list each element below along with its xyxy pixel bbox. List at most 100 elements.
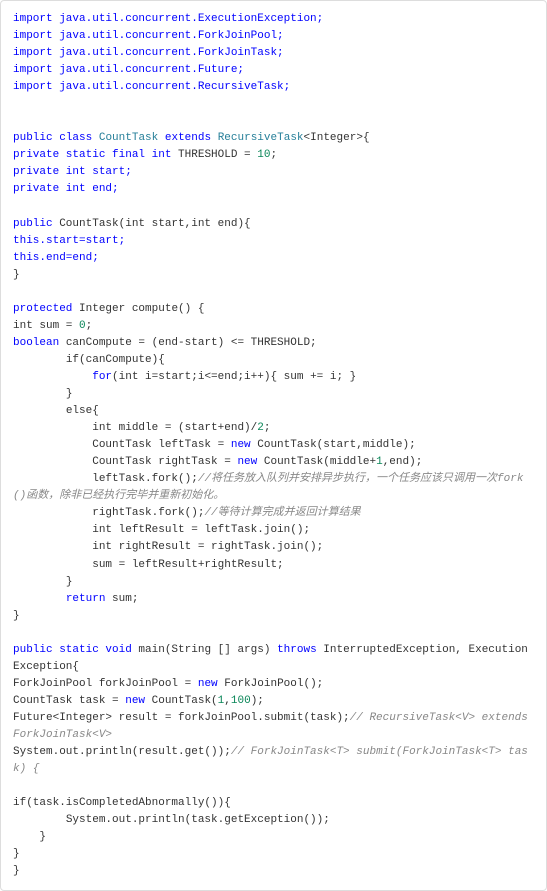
code-text: int leftResult = leftTask.join(); xyxy=(13,524,310,536)
keyword: new xyxy=(125,695,145,707)
code-line: return sum; xyxy=(13,591,534,608)
indent xyxy=(13,371,92,383)
code-text: } xyxy=(13,610,20,622)
code-block: import java.util.concurrent.ExecutionExc… xyxy=(0,0,547,891)
code-text: Integer compute() { xyxy=(72,303,204,315)
code-line: for(int i=start;i<=end;i++){ sum += i; } xyxy=(13,369,534,386)
constructor-sig: public CountTask(int start,int end){ xyxy=(13,216,534,233)
main-sig: public static void main(String [] args) … xyxy=(13,642,534,676)
class-name: CountTask xyxy=(99,132,158,144)
code-text: Future<Integer> result = forkJoinPool.su… xyxy=(13,712,350,724)
keyword: protected xyxy=(13,303,72,315)
code-text: System.out.println(result.get()); xyxy=(13,746,231,758)
keyword: new xyxy=(198,678,218,690)
code-text: ; xyxy=(270,149,277,161)
number-literal: 100 xyxy=(231,695,251,707)
code-line: rightTask.fork();//等待计算完成并返回计算结果 xyxy=(13,505,534,522)
keyword: return xyxy=(66,593,106,605)
code-line: CountTask rightTask = new CountTask(midd… xyxy=(13,454,534,471)
code-text: THRESHOLD = xyxy=(171,149,257,161)
code-line: this.start=start; xyxy=(13,233,534,250)
code-text: this.end=end; xyxy=(13,252,99,264)
class-declaration: public class CountTask extends Recursive… xyxy=(13,130,534,147)
close-brace: } xyxy=(13,386,534,403)
code-text: CountTask task = xyxy=(13,695,125,707)
code-line: int sum = 0; xyxy=(13,318,534,335)
indent xyxy=(13,593,66,605)
code-text: leftTask.fork(); xyxy=(13,473,198,485)
keyword: new xyxy=(237,456,257,468)
import-line: import java.util.concurrent.RecursiveTas… xyxy=(13,79,534,96)
generic: <Integer>{ xyxy=(304,132,370,144)
code-text: sum; xyxy=(105,593,138,605)
code-text: CountTask(int start,int end){ xyxy=(53,218,251,230)
keyword: for xyxy=(92,371,112,383)
field-start: private int start; xyxy=(13,164,534,181)
code-text: (int i=start;i<=end;i++){ sum += i; } xyxy=(112,371,356,383)
code-line: ForkJoinPool forkJoinPool = new ForkJoin… xyxy=(13,676,534,693)
keyword: boolean xyxy=(13,337,59,349)
code-line: int leftResult = leftTask.join(); xyxy=(13,522,534,539)
code-text: import java.util.concurrent.ForkJoinTask… xyxy=(13,47,284,59)
code-line: else{ xyxy=(13,403,534,420)
close-brace: } xyxy=(13,267,534,284)
code-text: CountTask(start,middle); xyxy=(251,439,416,451)
code-text: private int start; xyxy=(13,166,132,178)
close-brace: } xyxy=(13,863,534,880)
code-line: CountTask task = new CountTask(1,100); xyxy=(13,693,534,710)
super-class: RecursiveTask xyxy=(218,132,304,144)
code-text: int rightResult = rightTask.join(); xyxy=(13,541,323,553)
field-threshold: private static final int THRESHOLD = 10; xyxy=(13,147,534,164)
keyword: public static void xyxy=(13,644,132,656)
code-text: sum = leftResult+rightResult; xyxy=(13,559,284,571)
code-text: else{ xyxy=(13,405,99,417)
blank-line xyxy=(13,284,534,301)
field-end: private int end; xyxy=(13,181,534,198)
code-line: if(canCompute){ xyxy=(13,352,534,369)
blank-line xyxy=(13,778,534,795)
code-text: } xyxy=(13,848,20,860)
code-text: CountTask( xyxy=(145,695,218,707)
code-text: } xyxy=(13,269,20,281)
code-text: ForkJoinPool forkJoinPool = xyxy=(13,678,198,690)
number-literal: 0 xyxy=(79,320,86,332)
code-line: boolean canCompute = (end-start) <= THRE… xyxy=(13,335,534,352)
code-line: this.end=end; xyxy=(13,250,534,267)
keyword: public xyxy=(13,132,53,144)
code-text: ForkJoinPool(); xyxy=(218,678,324,690)
close-brace: } xyxy=(13,608,534,625)
code-text: this.start=start; xyxy=(13,235,125,247)
code-text: if(task.isCompletedAbnormally()){ xyxy=(13,797,231,809)
code-text: } xyxy=(13,865,20,877)
keyword: new xyxy=(231,439,251,451)
blank-line xyxy=(13,625,534,642)
code-text: System.out.println(task.getException()); xyxy=(13,814,330,826)
code-text: import java.util.concurrent.ExecutionExc… xyxy=(13,13,323,25)
import-line: import java.util.concurrent.ForkJoinTask… xyxy=(13,45,534,62)
code-text: } xyxy=(13,831,46,843)
code-line: System.out.println(result.get());// Fork… xyxy=(13,744,534,778)
code-text: CountTask rightTask = xyxy=(13,456,237,468)
blank-line xyxy=(13,113,534,130)
import-line: import java.util.concurrent.ExecutionExc… xyxy=(13,11,534,28)
method-sig: protected Integer compute() { xyxy=(13,301,534,318)
code-text: , xyxy=(224,695,231,707)
import-line: import java.util.concurrent.ForkJoinPool… xyxy=(13,28,534,45)
code-line: sum = leftResult+rightResult; xyxy=(13,557,534,574)
code-text: ); xyxy=(251,695,264,707)
code-text: private int end; xyxy=(13,183,119,195)
code-text: canCompute = (end-start) <= THRESHOLD; xyxy=(59,337,316,349)
blank-line xyxy=(13,96,534,113)
keyword: private static final int xyxy=(13,149,171,161)
code-text: CountTask leftTask = xyxy=(13,439,231,451)
import-line: import java.util.concurrent.Future; xyxy=(13,62,534,79)
keyword: public xyxy=(13,218,53,230)
number-literal: 1 xyxy=(376,456,383,468)
code-line: int rightResult = rightTask.join(); xyxy=(13,539,534,556)
code-text: if(canCompute){ xyxy=(13,354,165,366)
code-text: import java.util.concurrent.RecursiveTas… xyxy=(13,81,290,93)
code-text: int sum = xyxy=(13,320,79,332)
number-literal: 2 xyxy=(257,422,264,434)
number-literal: 10 xyxy=(257,149,270,161)
code-line: System.out.println(task.getException()); xyxy=(13,812,534,829)
